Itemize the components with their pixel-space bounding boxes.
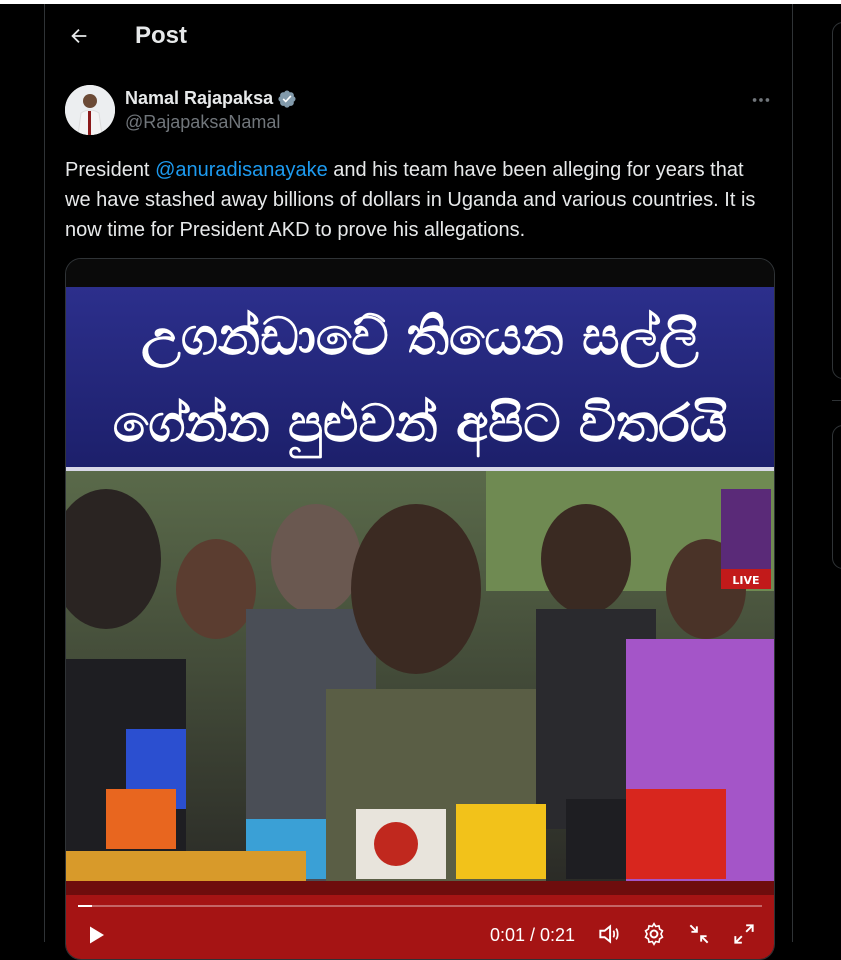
more-options-button[interactable] <box>745 86 777 114</box>
post-column: Post Namal Rajapaksa @RajapaksaNamal Pre… <box>45 4 792 960</box>
video-progress-fill <box>78 905 92 907</box>
video-progress-bar[interactable] <box>78 905 762 907</box>
author-name-row[interactable]: Namal Rajapaksa <box>125 88 297 109</box>
sidebar-card-bottom <box>832 425 841 569</box>
video-headline-line1: උගන්ඩාවේ තියෙන සල්ලි <box>141 307 699 368</box>
back-arrow-icon <box>71 28 87 44</box>
play-icon[interactable] <box>84 923 108 947</box>
video-player[interactable]: උගන්ඩාවේ තියෙන සල්ලි ගේන්න පුළුවන් අපිට … <box>65 258 775 960</box>
video-frame: උගන්ඩාවේ තියෙන සල්ලි ගේන්න පුළුවන් අපිට … <box>66 259 774 959</box>
video-headline-line2: ගේන්න පුළුවන් අපිට විතරයි <box>113 394 727 459</box>
minimize-icon[interactable] <box>686 921 712 947</box>
mention-link[interactable]: @anuradisanayake <box>155 159 328 181</box>
tweet-text-before: President <box>65 159 156 181</box>
post-header: Post <box>45 4 792 70</box>
back-button[interactable] <box>61 18 97 54</box>
video-time: 0:01 / 0:21 <box>490 925 576 945</box>
settings-icon[interactable] <box>641 921 667 947</box>
author-handle[interactable]: @RajapaksaNamal <box>125 112 280 133</box>
author-name: Namal Rajapaksa <box>125 88 274 108</box>
video-controls: 0:01 / 0:21 <box>66 899 774 959</box>
sidebar-card-top <box>832 22 841 379</box>
avatar[interactable] <box>65 85 115 135</box>
channel-live-badge: LIVE <box>732 574 759 587</box>
fullscreen-icon[interactable] <box>731 921 757 947</box>
sidebar-divider <box>832 400 841 401</box>
avatar-image <box>65 85 115 135</box>
right-column-divider <box>792 4 793 942</box>
page-title: Post <box>135 22 188 49</box>
tweet-text: President @anuradisanayake and his team … <box>65 155 765 245</box>
more-horizontal-icon <box>752 98 770 102</box>
verified-badge-icon <box>278 90 296 108</box>
volume-icon[interactable] <box>596 921 622 947</box>
